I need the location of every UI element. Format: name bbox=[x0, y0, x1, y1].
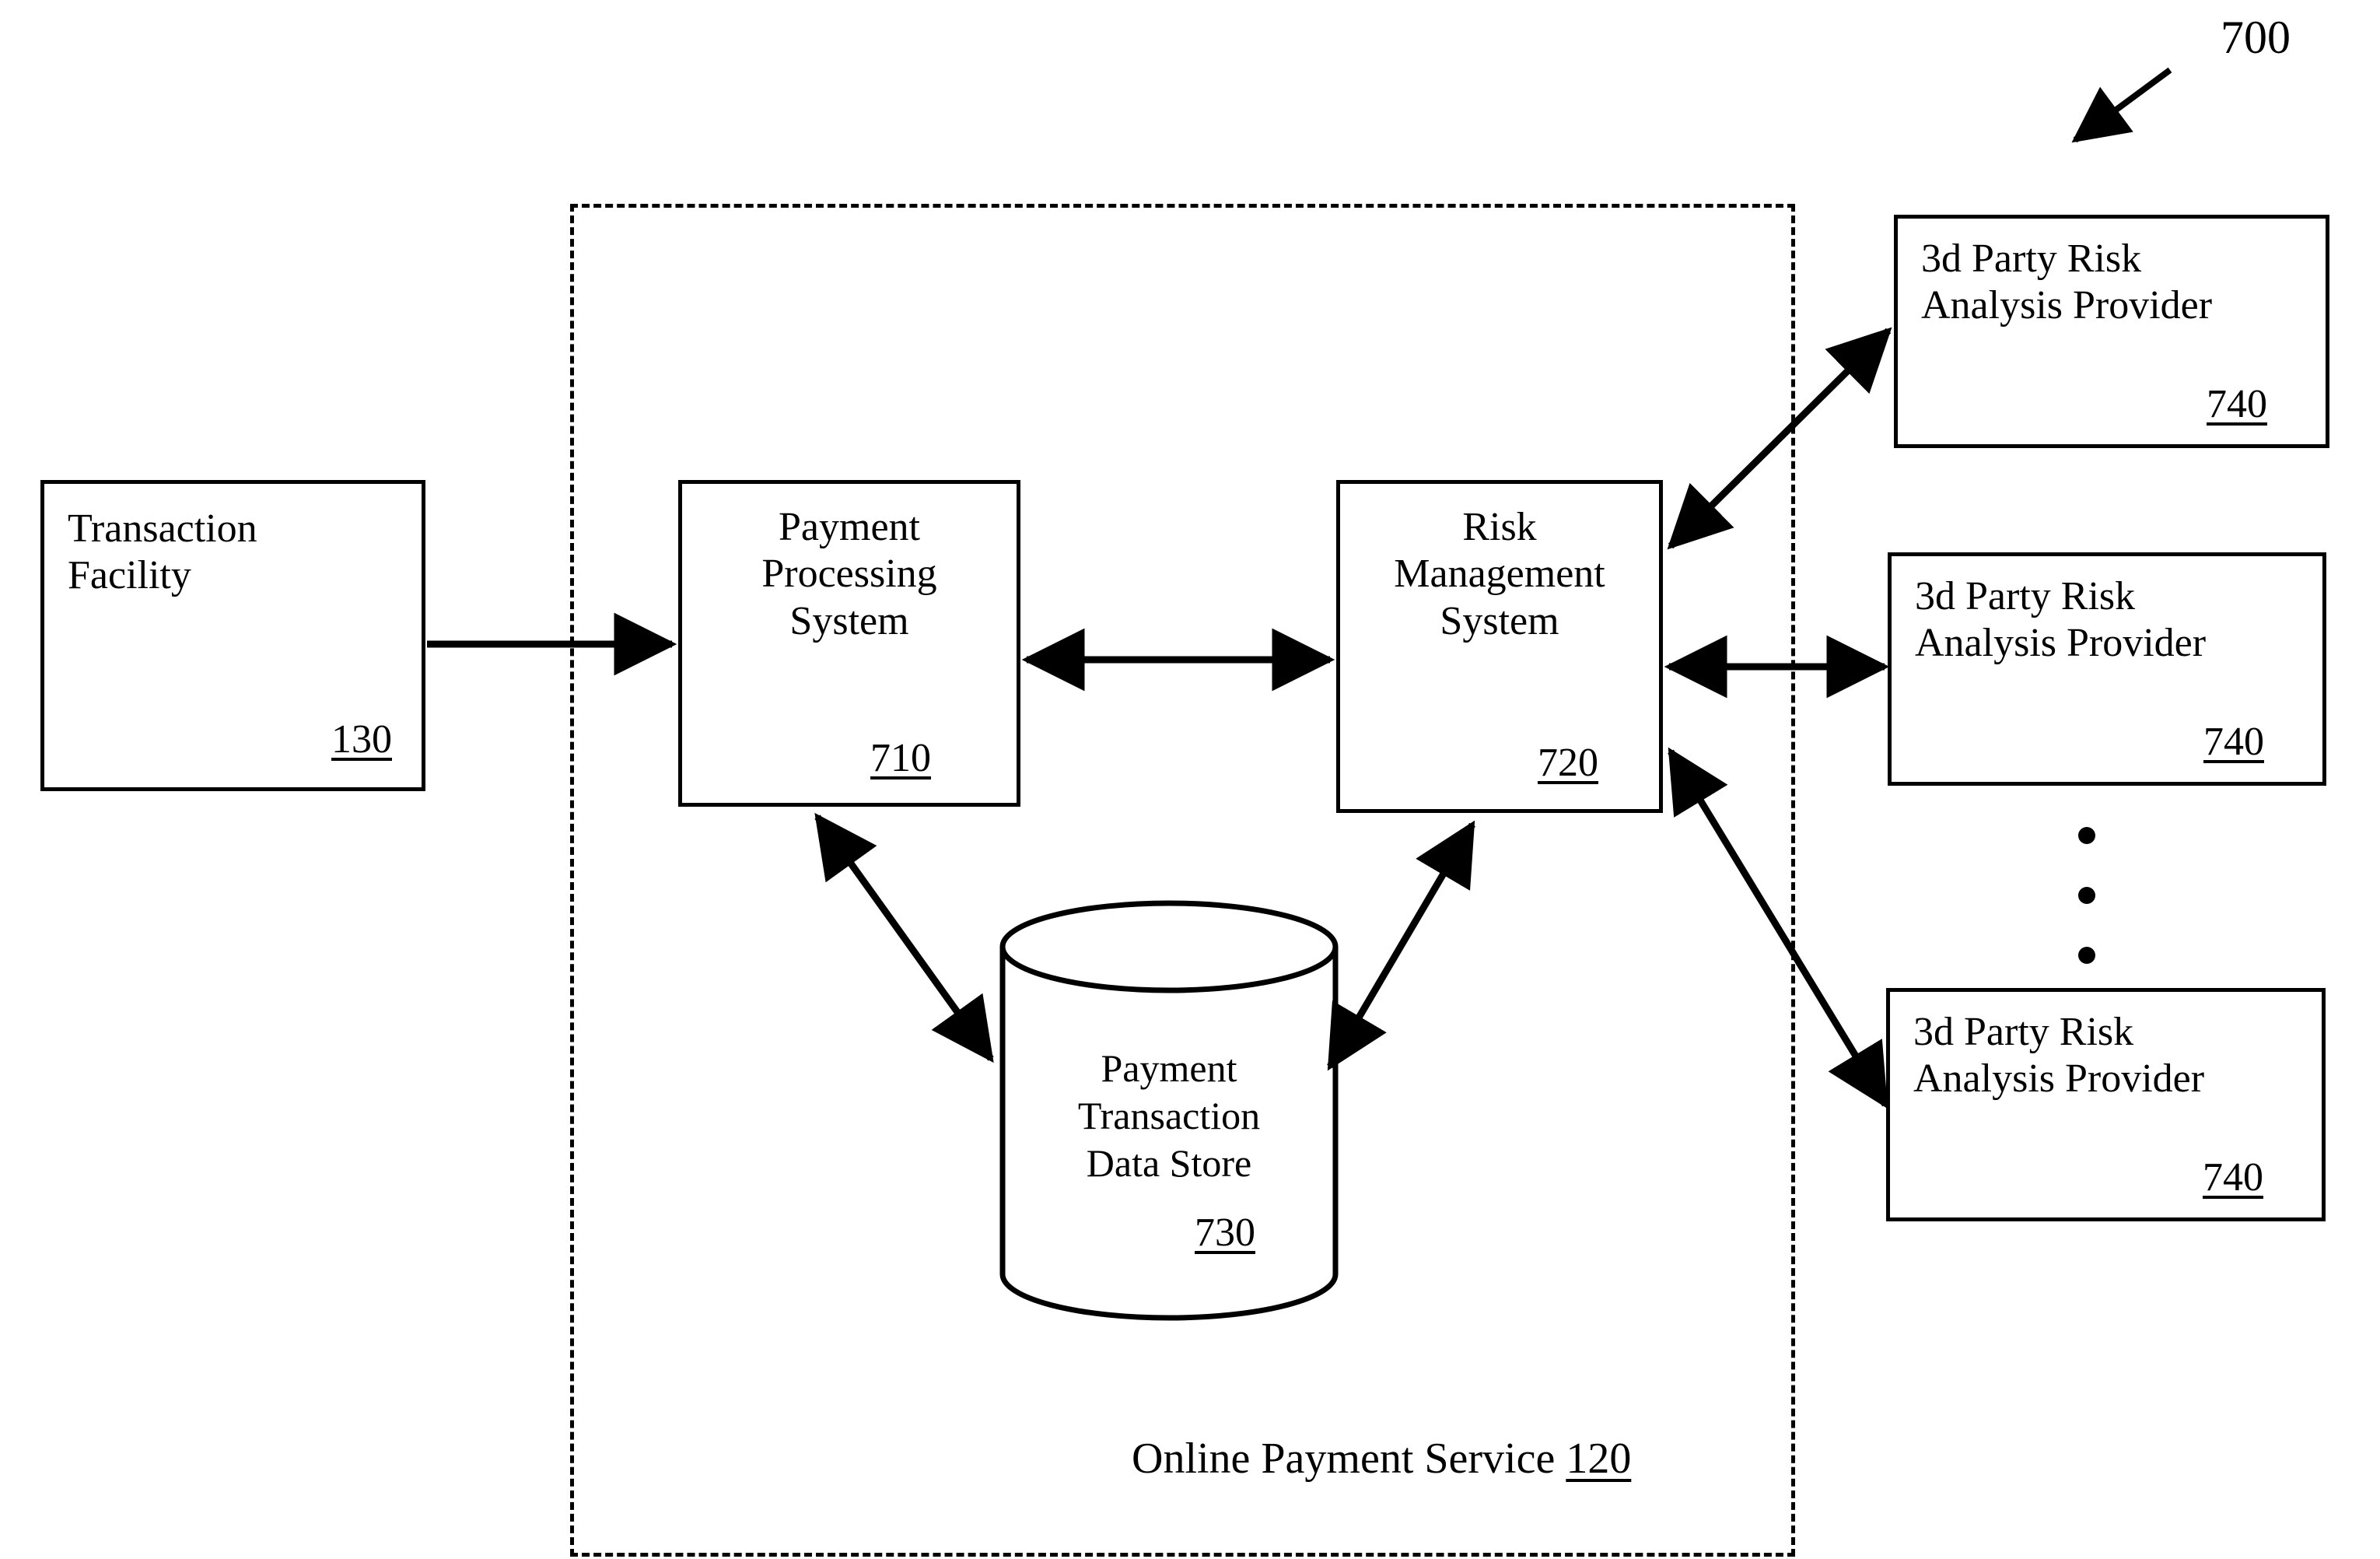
node-payment-processing-system[interactable]: Payment Processing System 710 bbox=[678, 480, 1020, 807]
payment-processing-line-1: Payment bbox=[779, 505, 920, 549]
transaction-facility-ref: 130 bbox=[331, 717, 392, 762]
payment-processing-line-2: Processing bbox=[761, 552, 937, 597]
figure-callout-arrow bbox=[2071, 67, 2172, 143]
provider-3-line-2: Analysis Provider bbox=[1913, 1056, 2205, 1102]
node-3d-party-risk-analysis-provider-2[interactable]: 3d Party Risk Analysis Provider 740 bbox=[1888, 552, 2326, 786]
boundary-label-ref: 120 bbox=[1566, 1435, 1632, 1483]
provider-3-line-1: 3d Party Risk bbox=[1913, 1010, 2134, 1054]
transaction-facility-line-1: Transaction bbox=[68, 506, 257, 551]
boundary-label-text: Online Payment Service bbox=[1132, 1435, 1556, 1483]
risk-management-line-3: System bbox=[1440, 598, 1559, 643]
ellipsis-dot bbox=[2078, 887, 2095, 904]
provider-1-line-2: Analysis Provider bbox=[1921, 283, 2213, 328]
figure-canvas: 700 Transaction Facility 130 Payment Pro… bbox=[0, 0, 2380, 1559]
ellipsis-dot bbox=[2078, 827, 2095, 844]
data-store-line-1: Payment bbox=[1101, 1046, 1237, 1090]
provider-1-line-1: 3d Party Risk bbox=[1921, 236, 2142, 281]
risk-management-line-2: Management bbox=[1394, 552, 1605, 597]
provider-2-ref: 740 bbox=[2203, 720, 2264, 764]
provider-2-line-2: Analysis Provider bbox=[1915, 621, 2207, 666]
online-payment-service-boundary bbox=[570, 204, 1795, 1557]
node-risk-management-system[interactable]: Risk Management System 720 bbox=[1336, 480, 1663, 813]
risk-management-line-1: Risk bbox=[1462, 505, 1537, 549]
ellipsis-dot bbox=[2078, 947, 2095, 964]
data-store-ref: 730 bbox=[1195, 1210, 1255, 1255]
node-3d-party-risk-analysis-provider-1[interactable]: 3d Party Risk Analysis Provider 740 bbox=[1894, 215, 2329, 448]
figure-number: 700 bbox=[2221, 12, 2291, 63]
provider-1-ref: 740 bbox=[2207, 382, 2267, 426]
vertical-ellipsis-icon bbox=[2078, 827, 2109, 983]
payment-processing-ref: 710 bbox=[870, 736, 931, 780]
risk-management-ref: 720 bbox=[1538, 741, 1598, 785]
node-payment-transaction-data-store[interactable]: Payment Transaction Data Store 730 bbox=[998, 899, 1340, 1323]
boundary-label: Online Payment Service 120 bbox=[1132, 1434, 1631, 1484]
provider-3-ref: 740 bbox=[2203, 1155, 2263, 1200]
data-store-line-2: Transaction bbox=[1077, 1094, 1261, 1137]
data-store-line-3: Data Store bbox=[1086, 1141, 1252, 1185]
payment-processing-line-3: System bbox=[789, 598, 909, 643]
provider-2-line-1: 3d Party Risk bbox=[1915, 574, 2136, 618]
transaction-facility-line-2: Facility bbox=[68, 553, 191, 598]
node-3d-party-risk-analysis-provider-3[interactable]: 3d Party Risk Analysis Provider 740 bbox=[1886, 988, 2326, 1221]
node-transaction-facility[interactable]: Transaction Facility 130 bbox=[40, 480, 425, 791]
